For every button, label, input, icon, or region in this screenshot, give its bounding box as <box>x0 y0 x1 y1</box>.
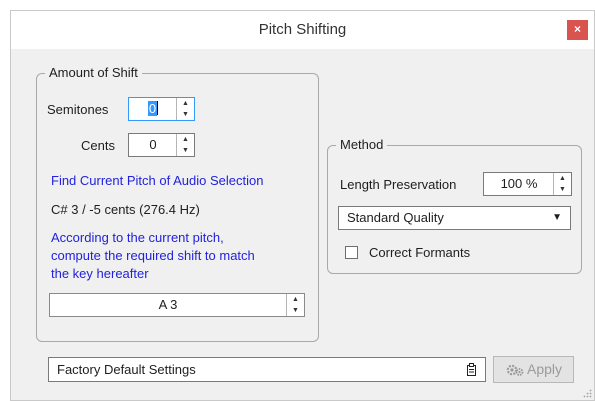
cents-spinbox[interactable]: 0 ▲ ▼ <box>128 133 195 157</box>
quality-dropdown[interactable]: Standard Quality ▼ <box>338 206 571 230</box>
chevron-down-icon: ▼ <box>552 212 562 223</box>
compute-shift-link[interactable]: According to the current pitch, compute … <box>51 229 255 283</box>
resize-grip-icon[interactable] <box>582 388 592 398</box>
semitones-arrows: ▲ ▼ <box>176 98 194 120</box>
title-bar: Pitch Shifting × <box>11 11 594 49</box>
apply-button[interactable]: Apply <box>493 356 574 383</box>
cents-arrows: ▲ ▼ <box>176 134 194 156</box>
spin-up-icon[interactable]: ▲ <box>287 294 304 305</box>
detected-pitch-text: C# 3 / -5 cents (276.4 Hz) <box>51 202 200 217</box>
target-key-value[interactable]: A 3 <box>50 294 286 316</box>
amount-of-shift-group: Amount of Shift Semitones 0 ▲ ▼ Cents 0 … <box>36 65 319 342</box>
apply-label: Apply <box>527 361 563 377</box>
spin-up-icon[interactable]: ▲ <box>177 134 194 145</box>
quality-selected: Standard Quality <box>347 210 444 225</box>
semitones-spinbox[interactable]: 0 ▲ ▼ <box>128 97 195 121</box>
length-preservation-spinbox[interactable]: 100 % ▲ ▼ <box>483 172 572 196</box>
spin-down-icon[interactable]: ▼ <box>554 184 571 195</box>
close-icon: × <box>573 22 581 36</box>
preset-menu-icon[interactable] <box>466 363 477 376</box>
spin-down-icon[interactable]: ▼ <box>177 145 194 156</box>
window-title: Pitch Shifting <box>258 21 347 38</box>
preset-field[interactable]: Factory Default Settings <box>48 357 486 382</box>
length-preservation-value[interactable]: 100 % <box>484 173 554 195</box>
preset-value: Factory Default Settings <box>57 362 196 377</box>
cents-value[interactable]: 0 <box>129 134 177 156</box>
compute-shift-line-3: the key hereafter <box>51 266 149 281</box>
spin-down-icon[interactable]: ▼ <box>287 305 304 316</box>
semitones-label: Semitones <box>47 102 109 117</box>
spin-up-icon[interactable]: ▲ <box>177 98 194 109</box>
amount-of-shift-legend: Amount of Shift <box>45 65 142 80</box>
length-preservation-label: Length Preservation <box>340 177 457 192</box>
compute-shift-line-1: According to the current pitch, <box>51 230 224 245</box>
close-button[interactable]: × <box>567 20 588 40</box>
length-preservation-arrows: ▲ ▼ <box>553 173 571 195</box>
cents-label: Cents <box>81 138 115 153</box>
spin-down-icon[interactable]: ▼ <box>177 109 194 120</box>
pitch-shifting-dialog: Pitch Shifting × Amount of Shift Semiton… <box>10 10 595 401</box>
spin-up-icon[interactable]: ▲ <box>554 173 571 184</box>
method-group: Method Length Preservation 100 % ▲ ▼ Sta… <box>327 137 582 274</box>
correct-formants-label[interactable]: Correct Formants <box>369 245 470 260</box>
correct-formants-checkbox[interactable] <box>345 246 358 259</box>
target-key-arrows: ▲ ▼ <box>286 294 304 316</box>
method-legend: Method <box>336 137 388 152</box>
gears-icon <box>506 364 524 376</box>
target-key-spinbox[interactable]: A 3 ▲ ▼ <box>49 293 305 317</box>
semitones-value[interactable]: 0 <box>129 98 177 120</box>
find-pitch-link[interactable]: Find Current Pitch of Audio Selection <box>51 172 263 190</box>
compute-shift-line-2: compute the required shift to match <box>51 248 255 263</box>
